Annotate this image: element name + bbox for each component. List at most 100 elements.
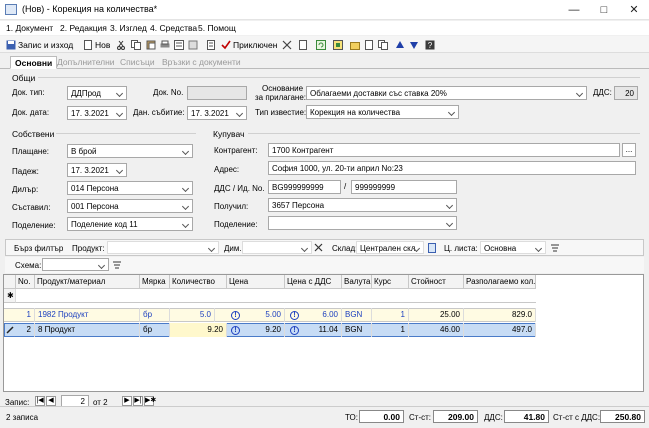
last-record-icon[interactable]: ▶| — [133, 396, 143, 406]
row-unit[interactable]: бр — [140, 323, 170, 337]
document-icon[interactable] — [298, 40, 308, 50]
vat-field[interactable]: 20 — [614, 86, 638, 100]
doc-date-field[interactable]: 17. 3.2021 — [67, 106, 127, 120]
col-header-product[interactable]: Продукт/материал — [35, 275, 140, 289]
row-header-column — [4, 275, 16, 289]
price-list-select[interactable]: Основна — [480, 241, 546, 254]
scheme-options-icon[interactable] — [112, 260, 122, 270]
dealer-select[interactable]: 014 Персона — [67, 181, 193, 195]
col-header-no[interactable]: No. — [16, 275, 35, 289]
row-product[interactable]: 1982 Продукт — [35, 308, 140, 322]
row-qty-edit[interactable]: 9.20 — [170, 323, 227, 337]
payment-select[interactable]: В брой — [67, 144, 193, 158]
creator-select[interactable]: 001 Персона — [67, 199, 193, 213]
basis-select[interactable]: Облагаеми доставки със ставка 20% — [306, 86, 587, 100]
scheme-select[interactable] — [42, 258, 109, 271]
event-date-label: Дан. събитие: — [133, 108, 185, 117]
menu-document[interactable]: 1. Документ — [6, 23, 53, 33]
new-button[interactable]: Нов — [80, 37, 111, 52]
page-icon[interactable] — [364, 40, 374, 50]
menu-view[interactable]: 3. Изглед — [110, 23, 147, 33]
row-qty[interactable]: 5.0 — [170, 308, 215, 322]
menu-tools[interactable]: 4. Средства — [150, 23, 197, 33]
row-product[interactable]: 8 Продукт — [35, 323, 140, 337]
cut-icon[interactable] — [116, 40, 126, 50]
new-row[interactable] — [16, 289, 536, 303]
close-icon[interactable]: ✕ — [619, 0, 649, 20]
maximize-icon[interactable]: □ — [589, 0, 619, 20]
col-header-quantity[interactable]: Количество — [170, 275, 227, 289]
help-icon[interactable]: ? — [425, 40, 435, 50]
menu-help[interactable]: 5. Помощ — [198, 23, 236, 33]
copy-icon[interactable] — [131, 40, 141, 50]
products-grid: No. Продукт/материал Мярка Количество Це… — [3, 274, 644, 392]
first-record-icon[interactable]: |◀ — [35, 396, 45, 406]
col-header-price[interactable]: Цена — [227, 275, 285, 289]
division-select[interactable]: Поделение код 11 — [67, 217, 193, 231]
col-header-currency[interactable]: Валута — [342, 275, 372, 289]
info-icon[interactable]: ! — [231, 326, 240, 335]
menu-edit[interactable]: 2. Редакция — [60, 23, 107, 33]
tab-additional[interactable]: Допълнителни — [53, 56, 119, 69]
col-header-rate[interactable]: Курс — [372, 275, 409, 289]
new-record-icon[interactable]: ▶✱ — [144, 396, 156, 406]
paste-icon[interactable] — [146, 40, 156, 50]
preview-icon[interactable] — [174, 40, 184, 50]
next-record-icon[interactable]: ▶ — [122, 396, 132, 406]
notice-type-select[interactable]: Корекция на количества — [306, 105, 459, 119]
id-number-field[interactable]: 999999999 — [351, 180, 457, 194]
filter-options-icon[interactable] — [550, 243, 560, 253]
product-filter-select[interactable] — [107, 241, 219, 254]
buyer-division-select[interactable] — [268, 216, 457, 230]
refresh-icon[interactable] — [316, 40, 326, 50]
insert-row-icon[interactable] — [333, 40, 343, 50]
group-buyer-title: Купувач — [213, 129, 245, 139]
due-date-field[interactable]: 17. 3.2021 — [67, 163, 127, 177]
minimize-icon[interactable]: — — [559, 0, 589, 20]
save-exit-button[interactable]: Запис и изход — [3, 37, 74, 52]
row-currency[interactable]: BGN — [342, 323, 372, 337]
partner-field[interactable]: 1700 Контрагент — [268, 143, 620, 157]
stock-icon[interactable] — [428, 243, 436, 253]
tab-main[interactable]: Основни — [10, 56, 58, 69]
doc-type-select[interactable]: ДДПрод — [67, 86, 127, 100]
row-unit[interactable]: бр — [140, 308, 170, 322]
copy-doc-icon[interactable] — [188, 40, 198, 50]
prev-record-icon[interactable]: ◀ — [46, 396, 56, 406]
dealer-label: Дилър: — [12, 185, 39, 194]
col-header-available[interactable]: Разполагаемо кол. — [464, 275, 536, 289]
row-price-vat[interactable]: 6.00 — [299, 308, 342, 322]
address-field[interactable]: София 1000, ул. 20-ти април No:23 — [268, 161, 636, 175]
col-header-price-vat[interactable]: Цена с ДДС — [285, 275, 342, 289]
clear-filter-icon[interactable] — [314, 243, 323, 252]
delete-icon[interactable] — [282, 40, 292, 50]
row-price[interactable]: 9.20 — [240, 323, 285, 337]
info-icon[interactable]: ! — [290, 326, 299, 335]
arrow-down-icon[interactable] — [409, 40, 419, 50]
row-price[interactable]: 5.00 — [240, 308, 285, 322]
receiver-select[interactable]: 3657 Персона — [268, 198, 457, 212]
row-rate[interactable]: 1 — [372, 308, 409, 322]
tab-lists[interactable]: Списъци — [116, 56, 159, 69]
tab-doc-links[interactable]: Връзки с документи — [158, 56, 245, 69]
col-header-unit[interactable]: Мярка — [140, 275, 170, 289]
print-icon[interactable] — [160, 40, 170, 50]
partner-lookup-button[interactable]: ... — [622, 143, 636, 157]
col-header-value[interactable]: Стойност — [409, 275, 464, 289]
pages-icon[interactable] — [378, 40, 388, 50]
arrow-up-icon[interactable] — [395, 40, 405, 50]
warehouse-select[interactable]: Централен скл — [356, 241, 424, 254]
apply-button[interactable]: Приключен — [204, 37, 278, 52]
row-price-vat[interactable]: 11.04 — [299, 323, 342, 337]
vat-number-field[interactable]: BG999999999 — [268, 180, 341, 194]
row-currency[interactable]: BGN — [342, 308, 372, 322]
folder-icon[interactable] — [350, 40, 360, 50]
doc-no-field[interactable] — [187, 86, 247, 100]
document-edit-icon — [207, 39, 215, 50]
dim-filter-select[interactable] — [242, 241, 312, 254]
row-rate[interactable]: 1 — [372, 323, 409, 337]
apply-label: Приключен — [233, 39, 278, 50]
info-icon[interactable]: ! — [290, 311, 299, 320]
info-icon[interactable]: ! — [231, 311, 240, 320]
event-date-field[interactable]: 17. 3.2021 — [187, 106, 247, 120]
